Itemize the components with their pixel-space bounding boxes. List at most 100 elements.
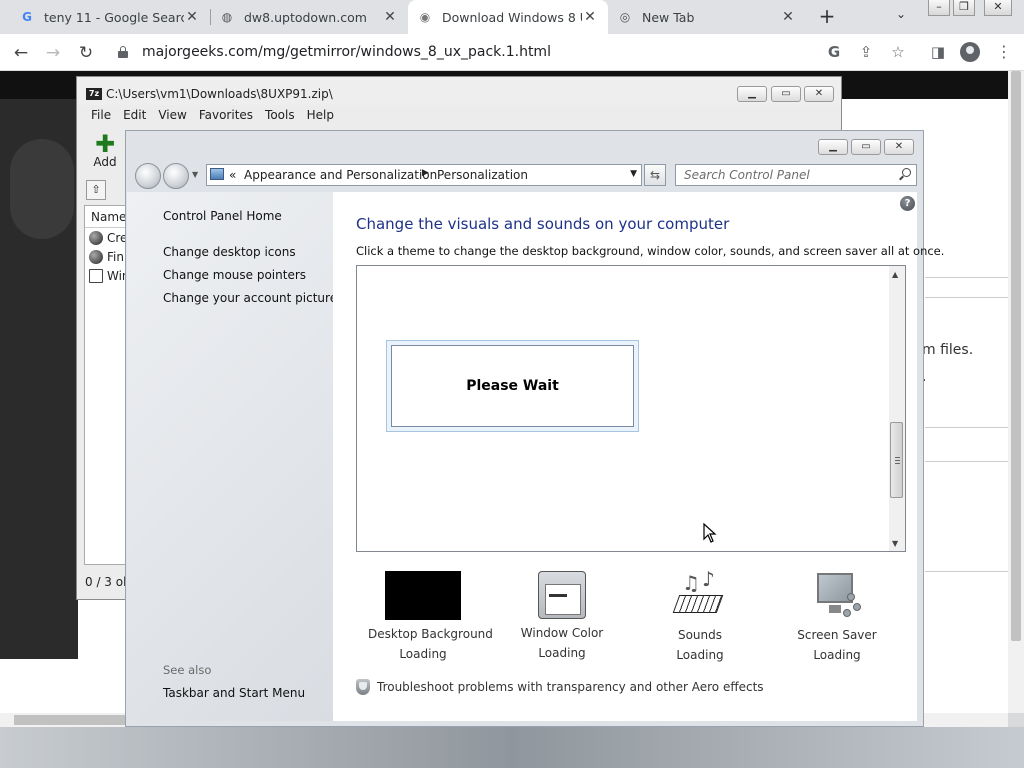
side-panel-icon[interactable]: ◨ bbox=[928, 42, 948, 62]
control-panel-icon bbox=[210, 168, 224, 180]
change-mouse-pointers-link[interactable]: Change mouse pointers bbox=[163, 268, 306, 282]
back-orb-button[interactable] bbox=[135, 163, 161, 189]
share-icon[interactable]: ⇪ bbox=[856, 42, 876, 62]
tab-title: dw8.uptodown.com bbox=[244, 9, 367, 25]
forward-orb-button[interactable] bbox=[163, 163, 189, 189]
maximize-icon[interactable]: ▭ bbox=[771, 86, 801, 102]
window-color-icon bbox=[538, 571, 586, 619]
scroll-down-arrow-icon[interactable]: ▼ bbox=[892, 539, 898, 548]
change-account-picture-link[interactable]: Change your account picture bbox=[163, 291, 337, 305]
tab-search-chevron-icon[interactable]: ⌄ bbox=[896, 7, 906, 21]
sounds-option[interactable]: ♫ ♪ Sounds Loading bbox=[645, 567, 755, 662]
new-tab-button[interactable]: + bbox=[816, 5, 838, 27]
desktop-wallpaper bbox=[0, 727, 1024, 768]
zip-status-bar: 0 / 3 ob bbox=[85, 575, 131, 589]
restore-icon[interactable]: ❐ bbox=[953, 0, 975, 16]
personalization-content: ? Change the visuals and sounds on your … bbox=[333, 192, 944, 721]
search-icon[interactable] bbox=[899, 168, 911, 181]
seven-zip-logo-icon: 7z bbox=[86, 88, 102, 100]
taskbar-start-menu-link[interactable]: Taskbar and Start Menu bbox=[163, 686, 305, 700]
minimize-icon[interactable]: ▁ bbox=[737, 86, 767, 102]
option-label: Sounds bbox=[677, 628, 723, 642]
maximize-icon[interactable]: ▭ bbox=[851, 139, 881, 155]
page-title: Change the visuals and sounds on your co… bbox=[356, 215, 730, 233]
browser-toolbar: ← → ↻ majorgeeks.com/mg/getmirror/window… bbox=[0, 34, 1024, 71]
search-input[interactable] bbox=[676, 165, 886, 185]
breadcrumb-appearance[interactable]: Appearance and Personalization bbox=[244, 168, 437, 182]
breadcrumb-personalization[interactable]: Personalization bbox=[437, 168, 528, 182]
control-panel-address-bar[interactable]: « Appearance and Personalization ▶ Perso… bbox=[206, 164, 642, 186]
divider bbox=[925, 461, 1008, 462]
desktop-background-option[interactable]: Desktop Background Loading bbox=[368, 571, 493, 661]
google-lens-icon[interactable]: G bbox=[824, 42, 844, 62]
zip-title-bar[interactable]: 7z C:\Users\vm1\Downloads\8UXP91.zip\ ▁ … bbox=[77, 77, 841, 105]
control-panel-window: ▁ ▭ ✕ ▼ « Appearance and Personalization… bbox=[125, 130, 944, 727]
theme-gallery-scrollbar[interactable]: ▲ ▼ bbox=[889, 266, 905, 551]
back-arrow-icon[interactable]: ← bbox=[10, 42, 32, 64]
mouse-cursor-icon bbox=[703, 523, 717, 543]
bookmark-star-icon[interactable]: ☆ bbox=[888, 42, 908, 62]
option-label: Screen Saver bbox=[797, 628, 877, 642]
page-vertical-scrollbar[interactable] bbox=[1008, 71, 1024, 713]
menu-file[interactable]: File bbox=[91, 108, 111, 122]
tab-majorgeeks[interactable]: ◉ Download Windows 8 UX ✕ bbox=[408, 0, 608, 34]
close-icon[interactable]: ✕ bbox=[884, 139, 914, 155]
option-status: Loading bbox=[538, 646, 586, 660]
recent-pages-chevron-icon[interactable]: ▼ bbox=[192, 170, 198, 179]
minimize-icon[interactable]: – bbox=[928, 0, 950, 16]
forward-arrow-icon[interactable]: → bbox=[42, 42, 64, 64]
search-control-panel[interactable] bbox=[675, 164, 917, 186]
file-icon bbox=[89, 230, 103, 245]
tab-uptodown[interactable]: ◍ dw8.uptodown.com ✕ bbox=[210, 0, 408, 34]
refresh-icon[interactable]: ⇆ bbox=[644, 164, 666, 186]
see-also-label: See also bbox=[163, 663, 212, 677]
screen-saver-icon bbox=[811, 571, 863, 621]
close-icon[interactable]: ✕ bbox=[804, 86, 834, 102]
menu-view[interactable]: View bbox=[158, 108, 186, 122]
globe-icon: ◍ bbox=[221, 10, 233, 24]
close-tab-icon[interactable]: ✕ bbox=[382, 9, 398, 25]
please-wait-dialog: Please Wait bbox=[386, 340, 639, 432]
divider bbox=[925, 427, 1008, 428]
please-wait-text: Please Wait bbox=[391, 345, 634, 427]
close-tab-icon[interactable]: ✕ bbox=[184, 9, 200, 25]
scroll-up-arrow-icon[interactable]: ▲ bbox=[892, 270, 898, 279]
control-panel-address-row: ▼ « Appearance and Personalization ▶ Per… bbox=[126, 161, 923, 191]
divider bbox=[925, 571, 1008, 572]
tab-title: Download Windows 8 UX bbox=[442, 9, 582, 25]
close-tab-icon[interactable]: ✕ bbox=[780, 9, 796, 25]
close-tab-icon[interactable]: ✕ bbox=[582, 9, 598, 25]
theme-gallery[interactable]: Please Wait ▲ ▼ bbox=[356, 265, 906, 552]
menu-tools[interactable]: Tools bbox=[265, 108, 295, 122]
google-g-icon: G bbox=[22, 10, 32, 24]
scrollbar-thumb[interactable] bbox=[890, 422, 903, 498]
control-panel-home-link[interactable]: Control Panel Home bbox=[163, 209, 282, 223]
minimize-icon[interactable]: ▁ bbox=[818, 139, 848, 155]
url-text[interactable]: majorgeeks.com/mg/getmirror/windows_8_ux… bbox=[142, 44, 551, 60]
menu-help[interactable]: Help bbox=[307, 108, 334, 122]
close-window-icon[interactable]: ✕ bbox=[984, 0, 1012, 16]
profile-avatar-icon[interactable] bbox=[960, 42, 980, 62]
screen-saver-option[interactable]: Screen Saver Loading bbox=[782, 571, 892, 662]
menu-edit[interactable]: Edit bbox=[123, 108, 146, 122]
folder-up-icon[interactable]: ⇧ bbox=[86, 180, 106, 200]
lock-icon[interactable] bbox=[118, 46, 128, 58]
change-desktop-icons-link[interactable]: Change desktop icons bbox=[163, 245, 296, 259]
window-color-option[interactable]: Window Color Loading bbox=[507, 571, 617, 660]
help-icon[interactable]: ? bbox=[900, 196, 915, 211]
troubleshoot-aero-link[interactable]: Troubleshoot problems with transparency … bbox=[356, 679, 764, 695]
desktop-background-thumbnail bbox=[385, 571, 461, 620]
tab-new-tab[interactable]: ◎ New Tab ✕ bbox=[608, 0, 806, 34]
add-button[interactable]: ✚ Add bbox=[93, 132, 117, 169]
address-dropdown-icon[interactable]: ▼ bbox=[630, 169, 637, 179]
breadcrumb-overflow[interactable]: « bbox=[229, 168, 236, 182]
reload-icon[interactable]: ↻ bbox=[75, 42, 97, 64]
page-text: m files. bbox=[922, 342, 974, 358]
chrome-icon: ◎ bbox=[619, 10, 631, 24]
shield-icon bbox=[356, 679, 370, 695]
breadcrumb-arrow-icon[interactable]: ▶ bbox=[422, 168, 429, 178]
menu-kebab-icon[interactable]: ⋮ bbox=[996, 42, 1012, 61]
menu-favorites[interactable]: Favorites bbox=[199, 108, 253, 122]
tab-google-search[interactable]: G teny 11 - Google Search ✕ bbox=[10, 0, 210, 34]
omnibox[interactable]: majorgeeks.com/mg/getmirror/windows_8_ux… bbox=[106, 37, 936, 67]
